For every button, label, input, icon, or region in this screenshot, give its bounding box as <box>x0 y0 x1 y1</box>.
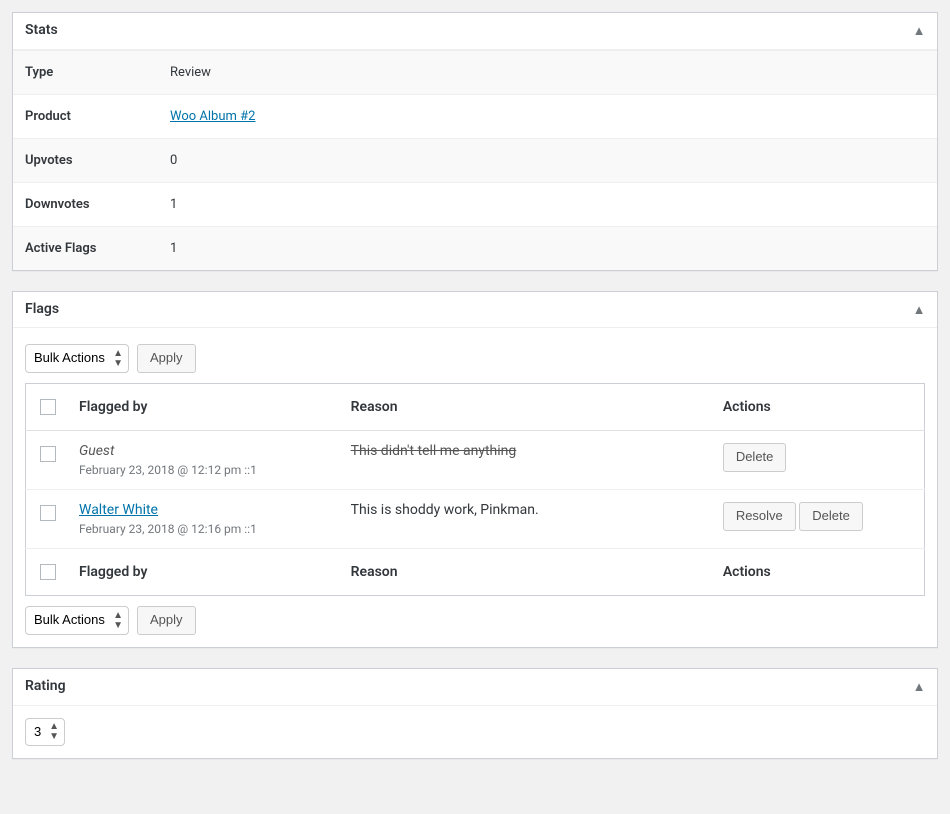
tf-flagged-by: Flagged by <box>69 549 341 596</box>
stats-table: Type Review Product Woo Album #2 Upvotes… <box>13 50 937 270</box>
table-row: Walter White February 23, 2018 @ 12:16 pm… <box>26 490 925 549</box>
bulk-actions-select-top[interactable]: Bulk Actions <box>25 344 129 373</box>
flags-panel: Flags ▲ Bulk Actions ▲▼ Apply <box>12 291 938 648</box>
flags-toggle[interactable]: ▲ <box>909 300 929 320</box>
delete-button[interactable]: Delete <box>799 502 863 531</box>
bulk-actions-select-bottom[interactable]: Bulk Actions <box>25 606 129 635</box>
stats-type-label: Type <box>13 50 158 94</box>
stats-product-label: Product <box>13 94 158 138</box>
chevron-up-icon: ▲ <box>913 679 926 695</box>
flagged-by-meta: February 23, 2018 @ 12:12 pm ::1 <box>79 463 331 477</box>
chevron-up-icon: ▲ <box>913 302 926 318</box>
stats-downvotes-label: Downvotes <box>13 182 158 226</box>
tf-actions: Actions <box>713 549 925 596</box>
stats-product-link[interactable]: Woo Album #2 <box>170 109 255 124</box>
flagged-by-link[interactable]: Walter White <box>79 502 158 518</box>
stats-activeflags-value: 1 <box>158 226 937 270</box>
stats-downvotes-value: 1 <box>158 182 937 226</box>
th-flagged-by: Flagged by <box>69 384 341 431</box>
stats-panel: Stats ▲ Type Review Product Woo Album #2… <box>12 12 938 271</box>
th-actions: Actions <box>713 384 925 431</box>
th-reason: Reason <box>341 384 713 431</box>
flag-reason: This didn't tell me anything <box>351 443 517 459</box>
stats-activeflags-label: Active Flags <box>13 226 158 270</box>
flags-table: Flagged by Reason Actions GuestFebruary … <box>25 383 925 596</box>
select-all-checkbox-top[interactable] <box>40 399 56 415</box>
select-all-checkbox-bottom[interactable] <box>40 564 56 580</box>
apply-button-top[interactable]: Apply <box>137 344 196 373</box>
table-row: GuestFebruary 23, 2018 @ 12:12 pm ::1 Thi… <box>26 431 925 490</box>
stats-upvotes-value: 0 <box>158 138 937 182</box>
rating-heading: Rating <box>13 669 937 706</box>
rating-select[interactable]: 3 <box>25 718 65 747</box>
flagged-by-meta: February 23, 2018 @ 12:16 pm ::1 <box>79 522 331 536</box>
rating-panel: Rating ▲ 3 ▲▼ <box>12 668 938 759</box>
flags-heading: Flags <box>13 292 937 329</box>
tf-reason: Reason <box>341 549 713 596</box>
delete-button[interactable]: Delete <box>723 443 787 472</box>
flag-reason: This is shoddy work, Pinkman. <box>351 502 539 518</box>
stats-type-value: Review <box>158 50 937 94</box>
row-checkbox[interactable] <box>40 446 56 462</box>
apply-button-bottom[interactable]: Apply <box>137 606 196 635</box>
stats-toggle[interactable]: ▲ <box>909 21 929 41</box>
resolve-button[interactable]: Resolve <box>723 502 796 531</box>
bulk-actions-bottom: Bulk Actions ▲▼ Apply <box>25 596 925 635</box>
stats-heading: Stats <box>13 13 937 50</box>
flagged-by-name: Guest <box>79 443 114 459</box>
rating-toggle[interactable]: ▲ <box>909 677 929 697</box>
bulk-actions-top: Bulk Actions ▲▼ Apply <box>25 338 925 383</box>
chevron-up-icon: ▲ <box>913 23 926 39</box>
stats-upvotes-label: Upvotes <box>13 138 158 182</box>
row-checkbox[interactable] <box>40 505 56 521</box>
